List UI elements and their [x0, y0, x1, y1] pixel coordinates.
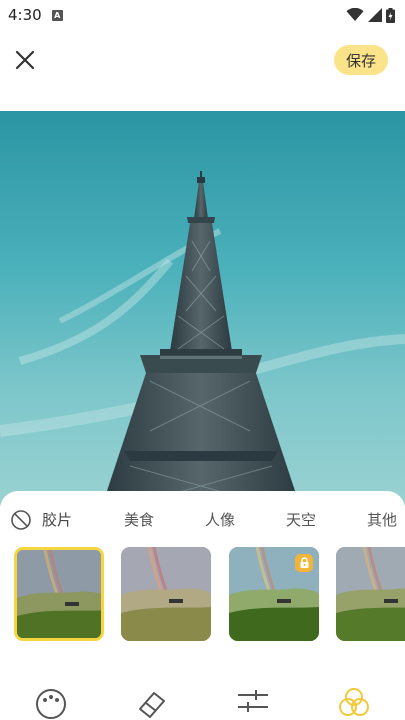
wifi-icon	[346, 8, 364, 21]
filter-thumbnails	[0, 547, 405, 642]
palette-icon	[36, 689, 66, 719]
close-icon	[15, 50, 35, 70]
filter-circles-icon	[339, 688, 369, 716]
no-filter-icon[interactable]	[10, 509, 32, 531]
filter-thumbnail[interactable]	[121, 547, 211, 641]
filter-thumbnail[interactable]	[14, 547, 104, 641]
close-button[interactable]	[12, 47, 38, 73]
eraser-icon	[139, 692, 165, 718]
tab-other[interactable]: 其他	[367, 507, 397, 533]
eiffel-tower-photo	[0, 111, 405, 506]
rainbow-landscape-image	[121, 547, 211, 641]
notification-badge: A	[51, 9, 63, 21]
tab-eraser[interactable]	[133, 687, 169, 720]
photo-illustration	[0, 171, 405, 506]
filter-panel: 胶片 美食 人像 天空 其他	[0, 491, 405, 720]
tab-palette[interactable]	[33, 687, 69, 720]
lock-badge	[295, 554, 313, 572]
tab-portrait[interactable]: 人像	[205, 507, 235, 533]
status-bar: 4:30 A	[0, 0, 405, 30]
save-button[interactable]: 保存	[333, 45, 388, 75]
status-time: 4:30	[8, 6, 42, 24]
photo-editor-screen: 4:30 A 保存 胶片 美食 人像 天空 其他	[0, 0, 405, 720]
tab-adjust[interactable]	[235, 687, 271, 720]
filter-category-tabs: 胶片 美食 人像 天空 其他	[0, 507, 405, 533]
battery-icon	[386, 7, 395, 23]
rainbow-landscape-image	[336, 547, 405, 641]
rainbow-landscape-image	[17, 550, 101, 638]
filter-thumbnail[interactable]	[336, 547, 405, 641]
lock-icon	[300, 557, 308, 568]
filter-thumbnail[interactable]	[229, 547, 319, 641]
tab-film[interactable]: 胶片	[42, 507, 72, 533]
tab-food[interactable]: 美食	[124, 507, 154, 533]
adjust-sliders-icon	[238, 690, 268, 712]
cell-signal-icon	[368, 8, 382, 22]
bottom-tool-bar	[0, 687, 405, 720]
status-icons	[346, 7, 395, 23]
tab-filter[interactable]	[336, 687, 372, 720]
tab-sky[interactable]: 天空	[286, 507, 316, 533]
